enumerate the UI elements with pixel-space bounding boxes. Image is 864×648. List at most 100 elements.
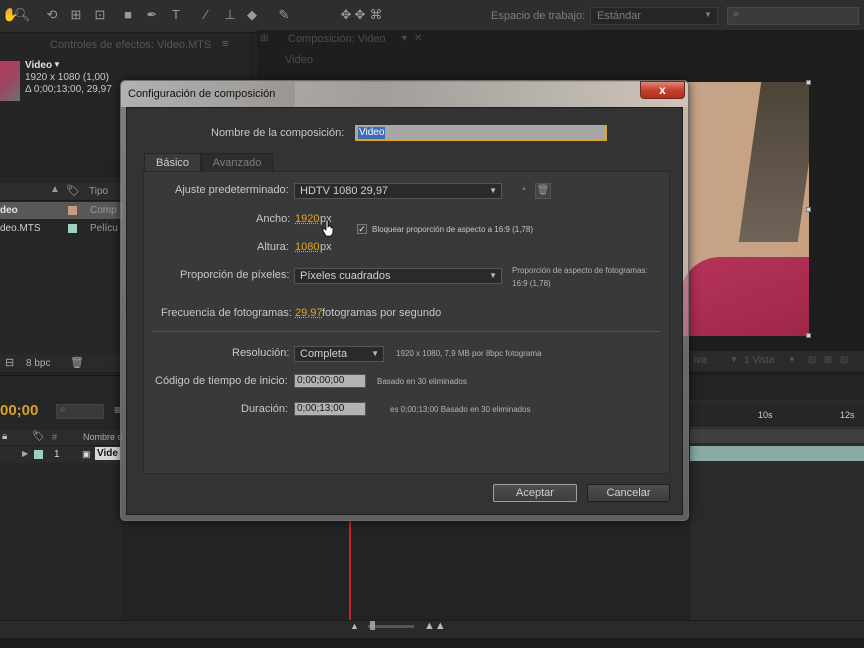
chevron-down-icon[interactable]: ▼	[788, 355, 796, 364]
workspace-label: Espacio de trabajo:	[491, 10, 586, 22]
view-count-select[interactable]: 1 Vista	[744, 355, 774, 366]
layer-name[interactable]: Vide	[95, 447, 120, 460]
ok-button[interactable]: Aceptar	[493, 484, 577, 502]
duration-input[interactable]: 0;00;13;00	[294, 402, 366, 416]
comp-name-input[interactable]: Video	[355, 125, 607, 141]
frame-aspect-value: 16:9 (1,78)	[512, 279, 551, 288]
pan-behind-tool-icon[interactable]: ⊡	[92, 7, 108, 23]
start-timecode-label: Código de tiempo de inicio:	[155, 375, 288, 387]
label-swatch	[34, 450, 43, 459]
project-list-header: ▲ 🏷︎ Tipo	[0, 183, 122, 201]
timeline-layer-row[interactable]: ▶ 1 ▣ Vide	[0, 446, 122, 463]
section-divider	[152, 331, 660, 332]
expand-arrow-icon[interactable]: ▶	[22, 449, 28, 458]
pixel-aspect-select[interactable]: Píxeles cuadrados ▼	[294, 268, 502, 284]
interpret-footage-icon[interactable]: ⊟	[5, 356, 14, 369]
width-value[interactable]: 1920	[295, 213, 319, 225]
search-icon: ⌕	[733, 8, 740, 20]
close-tab-icon[interactable]: ✕	[414, 33, 422, 44]
bit-depth-button[interactable]: 8 bpc	[26, 358, 50, 369]
time-ruler[interactable]: 10s 12s	[690, 404, 864, 428]
tab-advanced[interactable]: Avanzado	[201, 153, 273, 171]
reset-exposure-icon[interactable]: ⊞	[824, 355, 832, 366]
transform-handle[interactable]	[806, 333, 811, 338]
playhead[interactable]	[349, 520, 351, 620]
close-button[interactable]: x	[640, 81, 685, 99]
column-index-header: #	[52, 432, 58, 442]
project-row-name: deo.MTS	[0, 223, 41, 234]
pixel-aspect-value: Píxeles cuadrados	[300, 270, 391, 282]
axis-world-icon[interactable]: ✥	[352, 7, 368, 23]
help-search-input[interactable]	[727, 7, 859, 25]
cancel-button[interactable]: Cancelar	[587, 484, 670, 502]
rotate-tool-icon[interactable]: ⟲	[44, 7, 60, 23]
chevron-down-icon: ▼	[489, 186, 497, 195]
ruler-tick-label: 10s	[758, 410, 773, 420]
label-tag-icon[interactable]: 🏷︎	[32, 431, 45, 442]
column-type-header[interactable]: Tipo	[89, 186, 108, 197]
frame-rate-unit: fotogramas por segundo	[322, 307, 442, 319]
app-footer	[0, 638, 864, 648]
resolution-info: 1920 x 1080, 7,9 MB por 8bpc fotograma	[396, 349, 542, 358]
brush-tool-icon[interactable]: ⁄	[198, 7, 214, 23]
layer-duration-bar[interactable]	[690, 446, 864, 461]
frame-rate-value[interactable]: 29,97	[295, 307, 323, 319]
height-value[interactable]: 1080	[295, 241, 319, 253]
camera-tool-icon[interactable]: ⊞	[68, 7, 84, 23]
clone-stamp-tool-icon[interactable]: ⊥	[222, 7, 238, 23]
tab-composition[interactable]: Composición: Video	[288, 33, 386, 45]
project-row[interactable]: deo.MTS Pelícu	[0, 220, 122, 237]
workspace-select[interactable]: Estándar ▼	[590, 7, 718, 25]
snapshot-icon[interactable]: ⊟	[840, 355, 848, 366]
composition-breadcrumb[interactable]: Video	[285, 54, 313, 66]
project-item-resolution: 1920 x 1080 (1,00)	[25, 72, 109, 83]
label-tag-icon[interactable]: 🏷︎	[66, 184, 80, 197]
label-swatch	[68, 206, 77, 215]
column-name-header[interactable]: Nombre c	[83, 432, 122, 442]
text-tool-icon[interactable]: T	[168, 7, 184, 23]
start-timecode-input[interactable]: 0;00;00;00	[294, 374, 366, 388]
layer-index: 1	[54, 449, 60, 460]
zoom-out-icon[interactable]: ▲	[350, 621, 359, 631]
chevron-down-icon[interactable]: ▼	[400, 33, 409, 43]
eraser-tool-icon[interactable]: ◆	[244, 7, 260, 23]
resolution-label: Resolución:	[232, 347, 290, 359]
toggle-pixel-icon[interactable]: ⊟	[808, 355, 816, 366]
tab-effect-controls[interactable]: Controles de efectos: Video.MTS	[50, 39, 211, 51]
trash-icon[interactable]: 🗑︎	[70, 356, 84, 369]
zoom-slider-handle[interactable]	[370, 621, 375, 630]
start-timecode-info: Basado en 30 eliminados	[377, 377, 467, 386]
lock-aspect-checkbox[interactable]: ✓	[357, 224, 367, 234]
tab-basic[interactable]: Básico	[144, 153, 201, 171]
zoom-tool-icon[interactable]: 🔍︎	[14, 7, 31, 23]
project-row[interactable]: deo Comp	[0, 202, 122, 219]
work-area-bar[interactable]	[690, 429, 864, 443]
puppet-tool-icon[interactable]: ✎	[276, 7, 292, 23]
zoom-in-icon[interactable]: ▲▲	[424, 620, 446, 632]
chevron-down-icon: ▼	[371, 349, 379, 358]
sort-icon[interactable]: ▲	[50, 184, 60, 195]
delete-preset-icon[interactable]: 🗑︎	[535, 183, 551, 199]
preset-select[interactable]: HDTV 1080 29,97 ▼	[294, 183, 502, 199]
label-swatch	[68, 224, 77, 233]
rectangle-tool-icon[interactable]: ■	[120, 7, 136, 23]
project-row-type: Pelícu	[90, 223, 118, 234]
lock-icon[interactable]: 🔒︎	[2, 431, 7, 442]
dialog-body: Nombre de la composición: Video Básico A…	[126, 107, 683, 515]
basic-settings-panel: Ajuste predeterminado: HDTV 1080 29,97 ▼…	[143, 171, 670, 474]
timeline-timecode[interactable]: 00;00	[0, 402, 38, 419]
project-item-dropdown-icon[interactable]: ▼	[53, 60, 61, 69]
transform-handle[interactable]	[806, 207, 811, 212]
panel-menu-icon[interactable]: ≡	[222, 38, 228, 50]
transform-handle[interactable]	[806, 80, 811, 85]
renderer-label[interactable]: iva	[694, 355, 707, 366]
save-preset-icon[interactable]: ▪	[516, 183, 532, 199]
axis-view-icon[interactable]: ⌘	[368, 7, 384, 23]
resolution-select[interactable]: Completa ▼	[294, 346, 384, 362]
dialog-titlebar[interactable]: Configuración de composición	[121, 81, 688, 107]
chevron-down-icon: ▼	[704, 10, 712, 19]
lock-panel-icon[interactable]: ⊞	[260, 33, 268, 44]
chevron-down-icon[interactable]: ▼	[730, 355, 738, 364]
timeline-layer-header: 🔒︎ 🏷︎ # Nombre c	[0, 430, 122, 446]
pen-tool-icon[interactable]: ✒	[144, 7, 160, 23]
